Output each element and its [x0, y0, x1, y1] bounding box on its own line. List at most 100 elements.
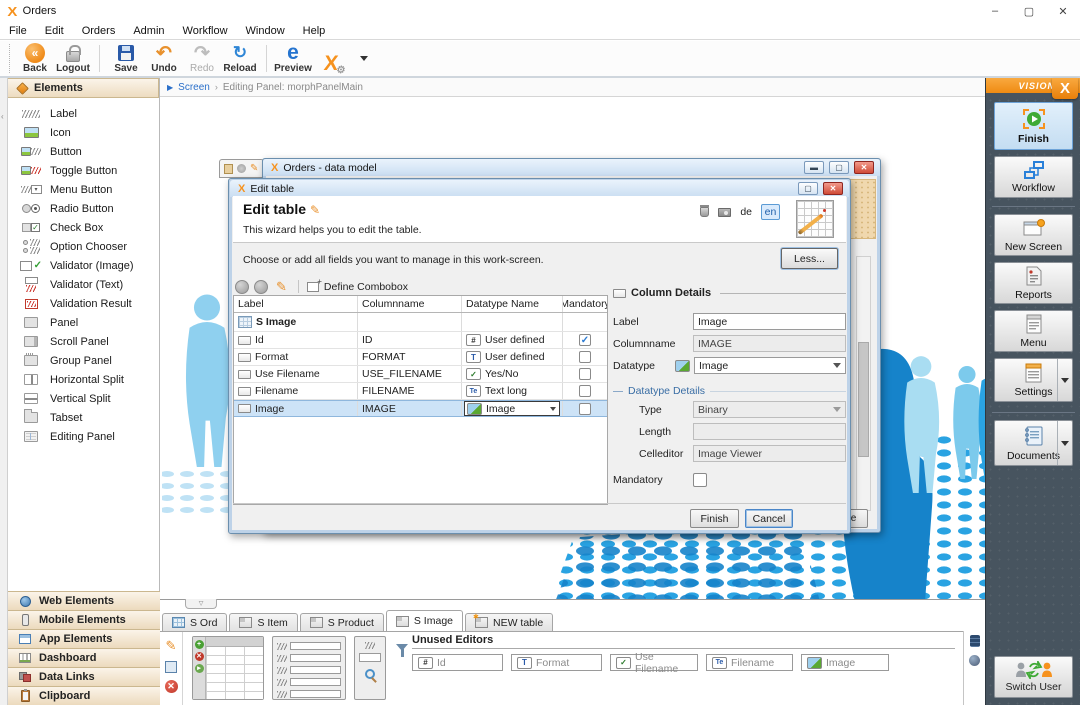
menu-orders[interactable]: Orders: [73, 25, 125, 37]
maximize-button[interactable]: ▢: [1012, 0, 1046, 22]
mandatory-checkbox[interactable]: [579, 403, 591, 415]
accordion-web-elements[interactable]: Web Elements: [8, 591, 160, 610]
record-icon[interactable]: [237, 164, 246, 173]
dropdown-caret-icon[interactable]: [360, 56, 368, 61]
back-button[interactable]: « Back: [16, 41, 54, 76]
logout-button[interactable]: Logout: [54, 41, 92, 76]
chip-id[interactable]: Id: [412, 654, 503, 671]
table-group-row[interactable]: S Image: [234, 313, 607, 332]
add-row-icon[interactable]: +: [195, 640, 204, 649]
menu-edit[interactable]: Edit: [36, 25, 73, 37]
switch-user-button[interactable]: Switch User: [994, 656, 1073, 698]
model-minimize-button[interactable]: ▬: [804, 161, 824, 174]
notes-icon[interactable]: [165, 661, 177, 673]
tab-s-ord[interactable]: S Ord: [162, 613, 227, 631]
notes-icon[interactable]: [224, 164, 233, 174]
dialog-close-button[interactable]: ✕: [823, 182, 843, 195]
panel-collapse-handle[interactable]: ▽: [185, 599, 217, 609]
less-button[interactable]: Less...: [781, 248, 838, 269]
element-item-vertical-split[interactable]: Vertical Split: [8, 389, 159, 408]
element-item-validation-result[interactable]: Validation Result: [8, 294, 159, 313]
menu-workflow[interactable]: Workflow: [174, 25, 237, 37]
visionx-launch-button[interactable]: X⚙: [312, 41, 350, 76]
datatype-select[interactable]: Image: [694, 357, 846, 374]
delete-row-icon[interactable]: ✕: [195, 652, 204, 661]
finish-button[interactable]: Finish: [690, 509, 739, 528]
tab-s-item[interactable]: S Item: [229, 613, 297, 631]
menu-sidebar-button[interactable]: Menu: [994, 310, 1073, 352]
element-item-tabset[interactable]: Tabset: [8, 408, 159, 427]
mandatory-checkbox[interactable]: [579, 334, 591, 346]
finish-sidebar-button[interactable]: Finish: [994, 102, 1073, 150]
visionx-logo-tab[interactable]: X: [1052, 78, 1078, 99]
mandatory-checkbox[interactable]: [579, 385, 591, 397]
accordion-data-links[interactable]: Data Links: [8, 667, 160, 686]
chip-use-filename[interactable]: Use Filename: [610, 654, 698, 671]
new-screen-sidebar-button[interactable]: New Screen: [994, 214, 1073, 256]
element-item-label[interactable]: Label: [8, 104, 159, 123]
menu-help[interactable]: Help: [294, 25, 335, 37]
table-row-image-selected[interactable]: Image IMAGE Image: [234, 400, 607, 417]
tab-s-product[interactable]: S Product: [300, 613, 384, 631]
element-item-group-panel[interactable]: Group Panel: [8, 351, 159, 370]
element-item-horizontal-split[interactable]: Horizontal Split: [8, 370, 159, 389]
chip-image[interactable]: Image: [801, 654, 889, 671]
model-maximize-button[interactable]: ▢: [829, 161, 849, 174]
accordion-dashboard[interactable]: Dashboard: [8, 648, 160, 667]
element-item-menu-button[interactable]: ▾Menu Button: [8, 180, 159, 199]
save-button[interactable]: Save: [107, 41, 145, 76]
workflow-sidebar-button[interactable]: Workflow: [994, 156, 1073, 198]
accordion-clipboard[interactable]: Clipboard: [8, 686, 160, 705]
table-row-filename[interactable]: Filename FILENAME Text long: [234, 383, 607, 400]
element-item-toggle-button[interactable]: Toggle Button: [8, 161, 159, 180]
edit-pencil-icon[interactable]: ✎: [166, 638, 177, 654]
layers-icon[interactable]: [970, 635, 980, 647]
settings-sidebar-button[interactable]: Settings: [994, 358, 1073, 402]
table-layout-thumbnail[interactable]: + ✕ ▸: [192, 636, 264, 700]
minimize-button[interactable]: –: [978, 0, 1012, 22]
label-input[interactable]: Image: [693, 313, 846, 330]
camera-icon[interactable]: [718, 208, 731, 217]
element-item-validator-text[interactable]: Validator (Text): [8, 275, 159, 294]
accordion-mobile-elements[interactable]: Mobile Elements: [8, 610, 160, 629]
close-button[interactable]: ✕: [1046, 0, 1080, 22]
model-close-button[interactable]: ✕: [854, 161, 874, 174]
reload-button[interactable]: ↻ Reload: [221, 41, 259, 76]
breadcrumb-screen-link[interactable]: Screen: [178, 82, 210, 93]
element-item-scroll-panel[interactable]: Scroll Panel: [8, 332, 159, 351]
add-field-button[interactable]: [235, 280, 249, 294]
table-row-use-filename[interactable]: Use Filename USE_FILENAME Yes/No: [234, 366, 607, 383]
accordion-app-elements[interactable]: App Elements: [8, 629, 160, 648]
toolbar-drag-handle[interactable]: [2, 44, 10, 73]
filter-funnel-icon[interactable]: [396, 644, 408, 651]
menu-admin[interactable]: Admin: [124, 25, 173, 37]
documents-sidebar-button[interactable]: Documents: [994, 420, 1073, 466]
table-row-format[interactable]: Format FORMAT User defined: [234, 349, 607, 366]
elements-panel-header[interactable]: Elements: [8, 78, 159, 98]
chip-format[interactable]: Format: [511, 654, 602, 671]
menu-file[interactable]: File: [0, 25, 36, 37]
element-item-panel[interactable]: Panel: [8, 313, 159, 332]
documents-dropdown-button[interactable]: [1057, 421, 1072, 465]
mandatory-checkbox[interactable]: [579, 351, 591, 363]
reports-sidebar-button[interactable]: Reports: [994, 262, 1073, 304]
table-row-id[interactable]: Id ID User defined: [234, 332, 607, 349]
tab-s-image[interactable]: S Image: [386, 610, 463, 631]
redo-button[interactable]: ↷ Redo: [183, 41, 221, 76]
datatype-combobox[interactable]: Image: [464, 401, 560, 416]
model-vertical-scrollbar[interactable]: [856, 256, 871, 511]
remove-field-button[interactable]: [254, 280, 268, 294]
element-item-check-box[interactable]: ✓Check Box: [8, 218, 159, 237]
settings-dropdown-button[interactable]: [1057, 359, 1072, 401]
element-item-option-chooser[interactable]: Option Chooser: [8, 237, 159, 256]
edit-table-titlebar[interactable]: X Edit table ▢ ✕: [230, 180, 849, 197]
tab-new-table[interactable]: NEW table: [465, 613, 553, 631]
cancel-button[interactable]: Cancel: [745, 509, 793, 528]
dialog-maximize-button[interactable]: ▢: [798, 182, 818, 195]
mandatory-detail-checkbox[interactable]: [693, 473, 707, 487]
element-item-icon[interactable]: Icon: [8, 123, 159, 142]
define-combobox-button[interactable]: Define Combobox: [324, 281, 408, 293]
mandatory-checkbox[interactable]: [579, 368, 591, 380]
undo-button[interactable]: ↶ Undo: [145, 41, 183, 76]
element-item-radio-button[interactable]: Radio Button: [8, 199, 159, 218]
